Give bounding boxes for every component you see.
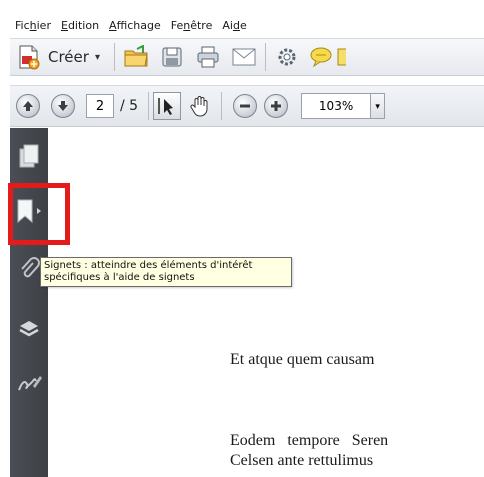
open-folder-icon[interactable] [123,44,149,70]
select-tool-button[interactable] [153,92,182,120]
left-navigation-pane [10,128,48,477]
cursor-icon [158,98,174,115]
layers-icon [19,321,39,337]
signatures-button[interactable] [14,368,44,398]
arrow-up-icon [23,101,33,111]
zoom-level-input[interactable]: 103% [301,93,372,119]
document-text-line: Et atque quem causam [230,351,375,368]
zoom-out-button[interactable] [233,94,258,118]
save-icon[interactable] [159,44,185,70]
page-number-input[interactable]: 2 [86,94,114,118]
create-label: Créer [48,48,89,66]
create-pdf-icon [16,44,42,70]
main-toolbar: Créer ▾ [10,38,484,76]
plus-icon [271,101,282,111]
next-page-button[interactable] [51,94,75,118]
menu-edition[interactable]: Edition [56,19,104,32]
highlight-tool-icon[interactable] [336,44,346,70]
zoom-in-button[interactable] [264,94,289,118]
previous-page-button[interactable] [16,94,40,118]
gear-icon[interactable] [274,44,300,70]
chevron-down-icon: ▾ [94,51,100,63]
layers-button[interactable] [14,314,44,344]
menu-aide[interactable]: Aide [217,19,251,32]
comment-icon[interactable] [308,44,334,70]
bookmarks-tooltip: Signets : atteindre des éléments d'intér… [40,257,292,287]
hand-tool-icon[interactable] [187,93,213,119]
arrow-down-icon [58,101,68,111]
zoom-dropdown-button[interactable]: ▾ [371,93,386,119]
toolbar-separator [221,92,223,120]
toolbar-separator [264,43,266,71]
signature-icon [18,376,42,391]
print-icon[interactable] [195,44,221,70]
paperclip-icon [21,257,40,278]
menu-bar: Fichier Edition Affichage Fenêtre Aide [10,14,252,36]
navigation-toolbar: 2 / 5 103% ▾ [10,85,484,127]
page-total: / 5 [120,98,139,114]
page-thumbnails-button[interactable] [14,142,44,172]
menu-fichier[interactable]: Fichier [10,19,56,32]
menu-fenetre[interactable]: Fenêtre [166,19,218,32]
highlight-box [8,183,70,245]
app-window: Fichier Edition Affichage Fenêtre Aide C… [0,0,484,477]
chevron-down-icon: ▾ [375,100,380,111]
email-icon[interactable] [231,44,257,70]
minus-icon [240,104,251,108]
toolbar-separator [113,43,115,71]
create-button[interactable]: Créer ▾ [10,42,106,72]
toolbar-separator [148,92,150,120]
document-text-line: Celsen ante rettulimus [230,452,374,469]
document-text-line: Eodem tempore Seren [230,432,389,449]
menu-affichage[interactable]: Affichage [104,19,166,32]
page-thumbnails-icon [19,144,39,168]
